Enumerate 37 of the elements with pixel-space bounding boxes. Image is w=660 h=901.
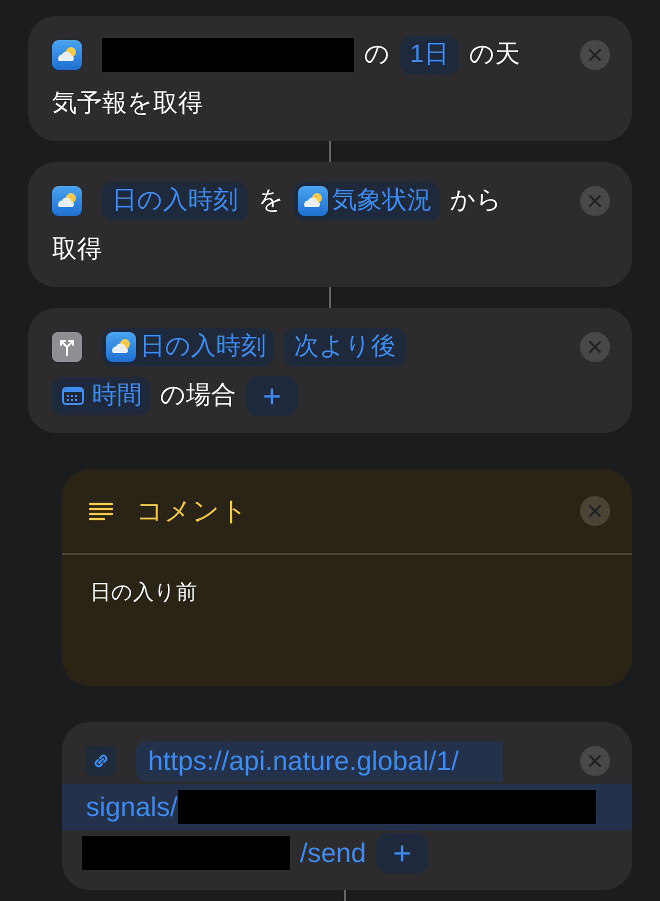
add-button[interactable]: + xyxy=(246,376,298,416)
variable-token[interactable]: 時間 xyxy=(52,376,150,414)
close-button[interactable] xyxy=(580,496,610,526)
url-text[interactable]: signals/ xyxy=(86,786,178,828)
close-icon xyxy=(589,195,601,207)
comment-title: コメント xyxy=(136,494,248,528)
action-text: の場合 xyxy=(160,380,236,411)
close-button[interactable] xyxy=(580,746,610,776)
action-text: を xyxy=(258,184,284,216)
action-text: 気予報を取得 xyxy=(52,88,203,119)
variable-token[interactable]: 次より後 xyxy=(284,328,406,366)
close-icon xyxy=(589,755,601,767)
close-button[interactable] xyxy=(580,186,610,216)
variable-token[interactable]: 気象状況 xyxy=(294,182,440,220)
action-text: から xyxy=(450,184,502,216)
link-icon xyxy=(86,746,116,776)
action-text: の天 xyxy=(468,38,520,70)
variable-token[interactable]: 日の入時刻 xyxy=(102,328,274,366)
action-text: の xyxy=(364,38,390,70)
variable-token[interactable]: 日の入時刻 xyxy=(102,182,248,220)
add-button[interactable]: + xyxy=(376,833,428,873)
close-button[interactable] xyxy=(580,332,610,362)
close-button[interactable] xyxy=(580,40,610,70)
weather-icon xyxy=(106,332,136,362)
weather-icon xyxy=(52,186,82,216)
branch-icon xyxy=(52,332,82,362)
close-icon xyxy=(589,505,601,517)
url-text[interactable]: /send xyxy=(300,832,366,874)
close-icon xyxy=(589,49,601,61)
text-lines-icon xyxy=(88,501,114,521)
weather-icon xyxy=(52,40,82,70)
calendar-icon xyxy=(62,386,84,404)
weather-icon xyxy=(298,186,328,216)
action-text: 取得 xyxy=(52,234,102,265)
comment-text: 日の入り前 xyxy=(89,580,198,606)
variable-token[interactable]: 1日 xyxy=(400,36,459,74)
close-icon xyxy=(589,341,601,353)
